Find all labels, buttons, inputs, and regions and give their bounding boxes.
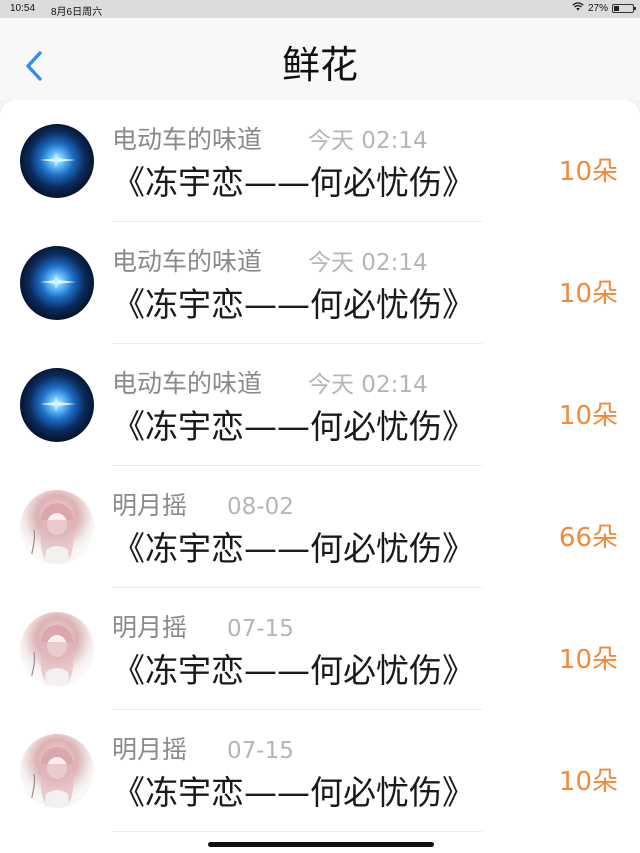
list-item[interactable]: 电动车的味道 今天 02:14 《冻宇恋——何必忧伤》 10朵 [0,100,640,222]
avatar[interactable] [20,490,94,564]
song-title: 《冻宇恋——何必忧伤》 [112,407,475,446]
avatar[interactable] [20,368,94,442]
sender-name[interactable]: 明月摇 [112,490,187,522]
avatar[interactable] [20,612,94,686]
sender-name[interactable]: 电动车的味道 [112,368,262,400]
flower-record-list: 电动车的味道 今天 02:14 《冻宇恋——何必忧伤》 10朵 电动车的味道 今天 02:… [0,100,640,853]
status-date: 8月6日周六 [51,7,103,18]
flower-amount: 10朵 [558,401,618,431]
flower-amount: 10朵 [558,645,618,675]
avatar[interactable] [20,124,94,198]
sender-name[interactable]: 明月摇 [112,734,187,766]
record-time: 08-02 [227,494,294,520]
battery-icon [612,3,636,13]
song-title: 《冻宇恋——何必忧伤》 [112,163,475,202]
sender-name[interactable]: 电动车的味道 [112,124,262,156]
status-time: 10:54 [10,3,36,14]
record-time: 今天 02:14 [308,250,428,276]
flower-amount: 10朵 [558,157,618,187]
flower-amount: 10朵 [558,767,618,797]
wifi-icon [572,2,584,14]
sender-name[interactable]: 电动车的味道 [112,246,262,278]
record-time: 07-15 [227,616,294,642]
sender-name[interactable]: 明月摇 [112,612,187,644]
song-title: 《冻宇恋——何必忧伤》 [112,651,475,690]
list-item[interactable]: 明月摇 07-15 《冻宇恋——何必忧伤》 10朵 [0,588,640,710]
navigation-bar: 鲜花 [0,18,640,100]
record-time: 今天 02:14 [308,128,428,154]
list-item[interactable]: 明月摇 08-02 《冻宇恋——何必忧伤》 66朵 [0,466,640,588]
list-item[interactable]: 电动车的味道 今天 02:14 《冻宇恋——何必忧伤》 10朵 [0,344,640,466]
list-item[interactable]: 明月摇 07-15 《冻宇恋——何必忧伤》 10朵 [0,710,640,832]
status-right: 27% [572,2,636,14]
row-divider [112,831,482,832]
record-time: 今天 02:14 [308,372,428,398]
battery-fill [614,5,619,11]
song-title: 《冻宇恋——何必忧伤》 [112,773,475,812]
flower-amount: 66朵 [558,523,618,553]
home-indicator [208,842,434,847]
avatar[interactable] [20,246,94,320]
page-title: 鲜花 [281,43,358,87]
song-title: 《冻宇恋——何必忧伤》 [112,285,475,324]
status-bar: 10:54 8月6日周六 27% [0,0,640,18]
record-time: 07-15 [227,738,294,764]
battery-percent: 27% [587,2,608,14]
song-title: 《冻宇恋——何必忧伤》 [112,529,475,568]
flower-amount: 10朵 [558,279,618,309]
list-item[interactable]: 电动车的味道 今天 02:14 《冻宇恋——何必忧伤》 10朵 [0,222,640,344]
avatar[interactable] [20,734,94,808]
